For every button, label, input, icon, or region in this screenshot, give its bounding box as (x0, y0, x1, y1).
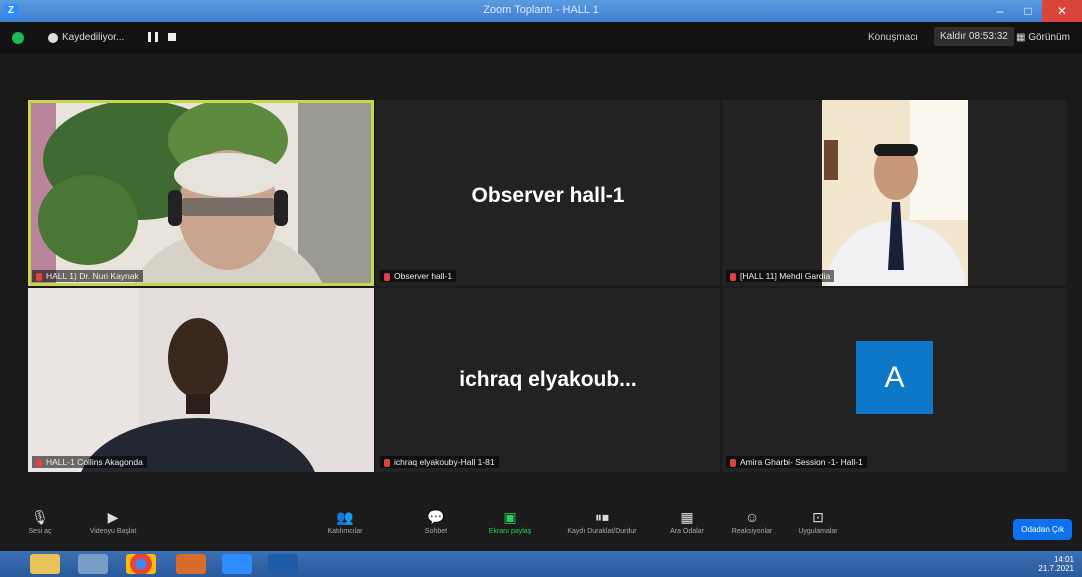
paint-icon[interactable] (78, 554, 108, 574)
mic-icon: 🎙 (31, 509, 49, 525)
record-label: Kaydı Duraklat/Durdur (567, 528, 637, 535)
record-icon: ⏸⏹ (595, 509, 609, 525)
close-button[interactable]: ✕ (1042, 0, 1082, 22)
meeting-topbar: Kaydediliyor... Konuşmacı Kaldır 08:53:3… (0, 22, 1082, 54)
gallery-view-label: Görünüm (1028, 32, 1070, 43)
exit-fullscreen-button[interactable]: Kaldır 08:53:32 (934, 27, 1014, 46)
leave-room-button[interactable]: Odadan Çık (1013, 519, 1072, 540)
participant-display-name: ichraq elyakoub... (459, 368, 637, 391)
minimize-button[interactable]: – (986, 0, 1014, 22)
window-titlebar: Z Zoom Toplantı - HALL 1 – □ ✕ (0, 0, 1082, 22)
unmute-button[interactable]: 🎙 Sesi aç (20, 509, 60, 535)
participant-name-text: HALL 1) Dr. Nuri Kaynak (46, 271, 139, 281)
muted-mic-icon (730, 272, 736, 281)
participant-avatar: A (856, 341, 933, 414)
participant-video (28, 288, 374, 472)
participants-button[interactable]: 👥 Katılımcılar (322, 509, 368, 535)
participant-name: Amira Gharbi- Session -1- Hall-1 (726, 456, 867, 468)
muted-mic-icon (384, 458, 390, 467)
pause-recording-icon[interactable] (148, 32, 158, 42)
breakout-rooms-icon: ▦ (680, 509, 694, 525)
share-screen-button[interactable]: ▣ Ekranı paylaş (480, 509, 540, 535)
clock-time: 14:01 (1053, 555, 1074, 564)
participants-icon: 👥 (336, 509, 354, 525)
breakout-rooms-button[interactable]: ▦ Ara Odalar (664, 509, 710, 535)
chat-icon: 💬 (427, 509, 445, 525)
participants-label: Katılımcılar (327, 528, 363, 535)
participant-name-text: [HALL 11] Mehdi Gardia (740, 271, 831, 281)
meeting-toolbar: 🎙 Sesi aç ▶ Videoyu Başlat 👥 Katılımcıla… (0, 505, 1082, 551)
participant-name-text: HALL-1 Collins Akagonda (46, 457, 143, 467)
file-explorer-icon[interactable] (30, 554, 60, 574)
window-controls: – □ ✕ (986, 0, 1082, 22)
reactions-button[interactable]: ☺ Reaksiyonlar (724, 509, 780, 535)
stop-recording-icon[interactable] (168, 33, 176, 41)
word-icon[interactable] (268, 554, 298, 574)
apps-button[interactable]: ⊡ Uygulamalar (788, 509, 848, 535)
video-tile[interactable]: [HALL 11] Mehdi Gardia (722, 100, 1066, 286)
recording-icon (48, 33, 58, 43)
participant-name: HALL-1 Collins Akagonda (32, 456, 147, 468)
participant-name: Observer hall-1 (380, 270, 457, 282)
video-tile[interactable]: HALL 1) Dr. Nuri Kaynak (28, 100, 374, 286)
participant-name-text: Amira Gharbi- Session -1- Hall-1 (740, 457, 863, 467)
start-video-label: Videoyu Başlat (89, 528, 137, 535)
muted-mic-icon (36, 458, 42, 467)
participant-name: HALL 1) Dr. Nuri Kaynak (32, 270, 143, 282)
app-icon[interactable] (176, 554, 206, 574)
participant-video (28, 100, 374, 286)
participant-name-text: Observer hall-1 (394, 271, 453, 281)
participant-video (722, 100, 1066, 286)
share-screen-icon: ▣ (503, 509, 517, 525)
zoom-taskbar-icon[interactable] (222, 554, 252, 574)
chrome-icon[interactable] (126, 554, 156, 574)
participant-name-text: ichraq elyakouby-Hall 1-81 (394, 457, 495, 467)
participant-display-name: Observer hall-1 (471, 184, 625, 207)
video-icon: ▶ (107, 509, 119, 525)
os-taskbar: 14:01 21.7.2021 (0, 551, 1082, 577)
security-shield-icon[interactable] (12, 32, 24, 44)
apps-label: Uygulamalar (798, 528, 838, 535)
muted-mic-icon (36, 272, 42, 281)
participant-name: ichraq elyakouby-Hall 1-81 (380, 456, 499, 468)
start-video-button[interactable]: ▶ Videoyu Başlat (84, 509, 142, 535)
video-tile[interactable]: HALL-1 Collins Akagonda (28, 288, 374, 472)
apps-icon: ⊡ (812, 509, 824, 525)
reactions-label: Reaksiyonlar (731, 528, 773, 535)
chat-label: Sohbet (424, 528, 448, 535)
video-tile[interactable]: Observer hall-1 Observer hall-1 (376, 100, 720, 286)
muted-mic-icon (384, 272, 390, 281)
share-screen-label: Ekranı paylaş (488, 528, 532, 535)
reactions-icon: ☺ (744, 509, 760, 525)
system-clock[interactable]: 14:01 21.7.2021 (1038, 555, 1074, 573)
record-button[interactable]: ⏸⏹ Kaydı Duraklat/Durdur (552, 509, 652, 535)
recording-status: Kaydediliyor... (62, 32, 125, 43)
clock-date: 21.7.2021 (1038, 564, 1074, 573)
speaker-view-button[interactable]: Konuşmacı (868, 32, 918, 43)
unmute-label: Sesi aç (28, 528, 52, 535)
gallery-view-button[interactable]: ▦ Görünüm (1016, 32, 1070, 43)
video-tile[interactable]: ichraq elyakoub... ichraq elyakouby-Hall… (376, 288, 720, 472)
muted-mic-icon (730, 458, 736, 467)
chat-button[interactable]: 💬 Sohbet (418, 509, 454, 535)
maximize-button[interactable]: □ (1014, 0, 1042, 22)
window-title: Zoom Toplantı - HALL 1 (483, 4, 599, 16)
participant-name: [HALL 11] Mehdi Gardia (726, 270, 835, 282)
breakout-rooms-label: Ara Odalar (670, 528, 704, 535)
